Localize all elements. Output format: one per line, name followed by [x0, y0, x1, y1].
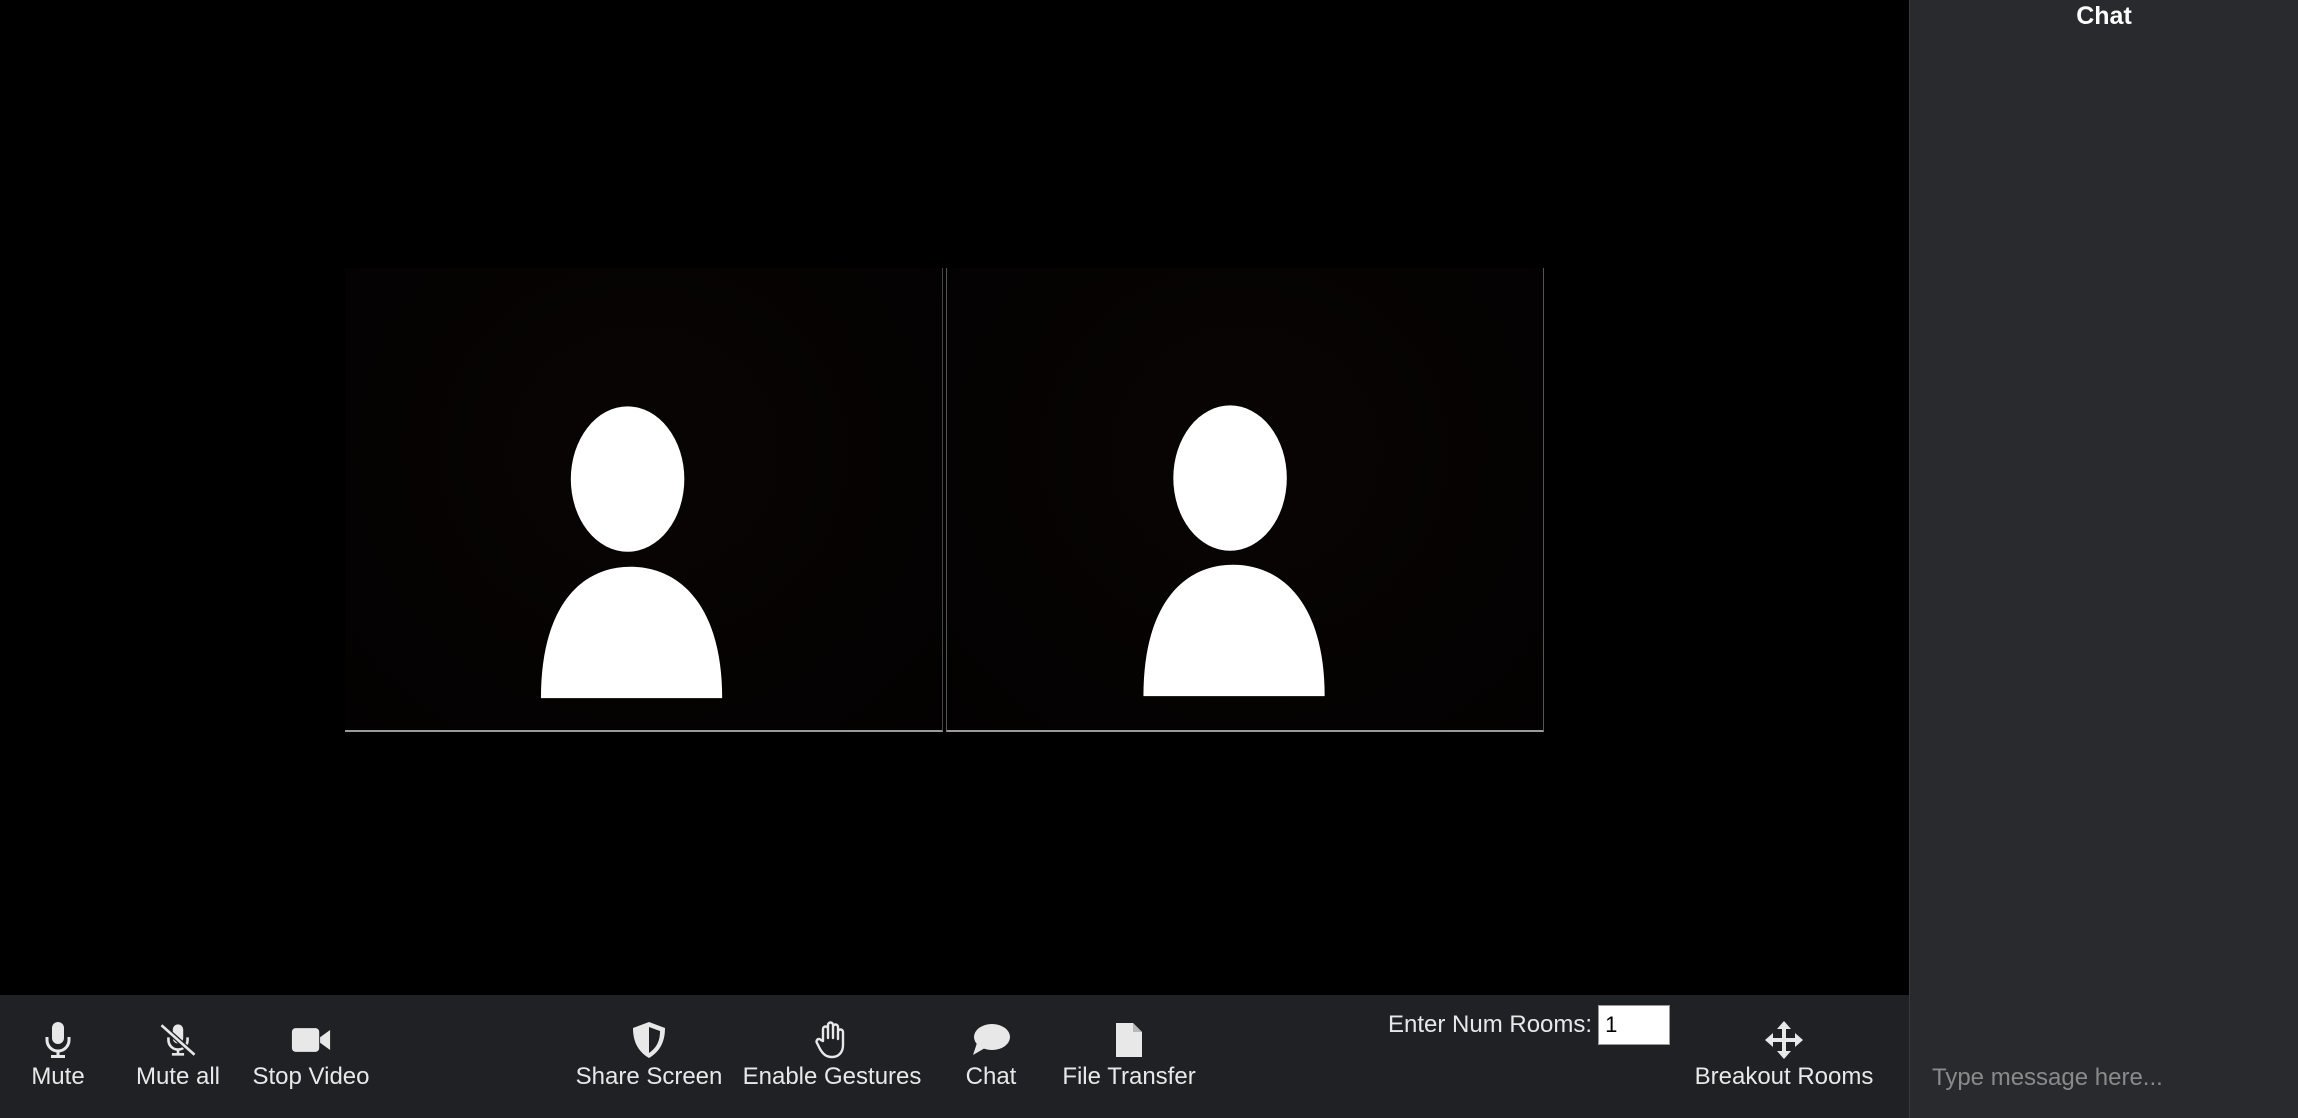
microphone-slash-icon	[158, 1020, 198, 1060]
participant-video-tile[interactable]	[345, 268, 943, 732]
share-screen-button[interactable]: Share Screen	[576, 1020, 722, 1100]
share-screen-label: Share Screen	[575, 1063, 723, 1090]
num-rooms-control: Enter Num Rooms:	[1388, 1003, 1671, 1047]
video-conference-app: Mute Mute all Stop Video Share Screen En…	[0, 0, 2298, 1118]
hand-icon	[812, 1020, 852, 1060]
chat-title: Chat	[2076, 2, 2132, 30]
chat-label: Chat	[965, 1063, 1017, 1090]
file-transfer-button[interactable]: File Transfer	[1062, 1020, 1196, 1100]
microphone-icon	[38, 1020, 78, 1060]
stop-video-label: Stop Video	[252, 1063, 370, 1090]
mute-all-button[interactable]: Mute all	[133, 1020, 223, 1100]
mute-label: Mute	[31, 1063, 85, 1090]
breakout-rooms-button[interactable]: Breakout Rooms	[1695, 1020, 1873, 1100]
speech-bubble-icon	[971, 1020, 1011, 1060]
move-arrows-icon	[1764, 1020, 1804, 1060]
num-rooms-input[interactable]	[1598, 1005, 1671, 1045]
video-grid	[0, 0, 1909, 995]
avatar-placeholder-icon	[540, 406, 723, 699]
chat-panel: Chat	[1909, 0, 2298, 1118]
enable-gestures-button[interactable]: Enable Gestures	[743, 1020, 921, 1100]
mute-all-label: Mute all	[135, 1063, 221, 1090]
video-camera-icon	[291, 1020, 331, 1060]
mute-button[interactable]: Mute	[24, 1020, 92, 1100]
enable-gestures-label: Enable Gestures	[742, 1063, 922, 1090]
chat-button[interactable]: Chat	[964, 1020, 1018, 1100]
participant-video-tile[interactable]	[946, 268, 1544, 732]
file-transfer-label: File Transfer	[1062, 1063, 1196, 1090]
chat-message-input[interactable]	[1910, 1038, 2298, 1118]
breakout-rooms-label: Breakout Rooms	[1694, 1063, 1874, 1090]
stop-video-button[interactable]: Stop Video	[252, 1020, 370, 1100]
shield-icon	[629, 1020, 669, 1060]
file-icon	[1109, 1020, 1149, 1060]
num-rooms-label: Enter Num Rooms:	[1388, 1011, 1593, 1038]
avatar-placeholder-icon	[1143, 405, 1325, 697]
